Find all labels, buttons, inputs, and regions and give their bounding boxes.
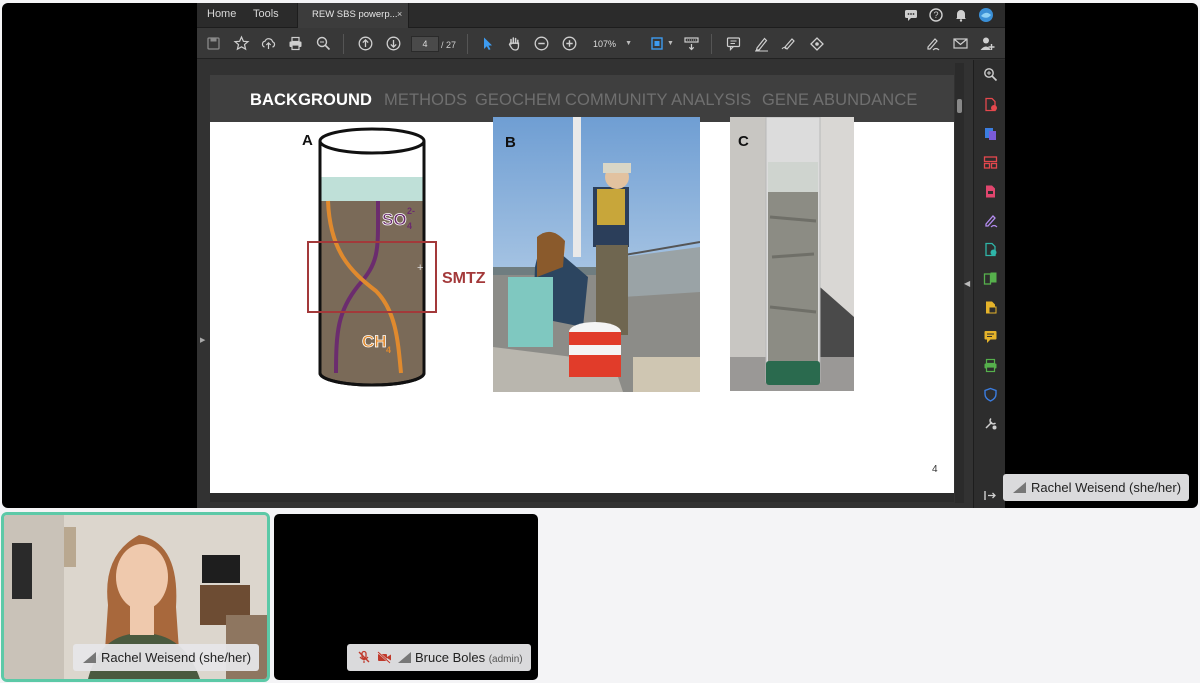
shared-screen: Home Tools REW SBS powerp... × ? 4 / 27 <box>2 3 1198 508</box>
chevron-down-icon[interactable]: ▼ <box>667 40 674 47</box>
search-icon[interactable] <box>315 35 332 52</box>
participant-name: Rachel Weisend (she/her) <box>101 650 252 665</box>
fill-sign-icon[interactable] <box>983 213 998 228</box>
tools-side-panel <box>973 60 1005 508</box>
methane-label: CH <box>362 332 387 351</box>
sulfate-charge: 2- <box>407 206 415 216</box>
right-panel-collapse-icon[interactable]: ◀ <box>964 279 970 288</box>
vertical-scrollbar[interactable] <box>955 63 964 503</box>
sulfate-subscript: 4 <box>407 221 412 231</box>
chevron-down-icon: ▼ <box>625 40 632 47</box>
comment-icon[interactable] <box>983 329 998 344</box>
create-pdf-icon[interactable] <box>983 97 998 112</box>
methane-subscript: 4 <box>386 345 391 355</box>
document-tab[interactable]: REW SBS powerp... × <box>297 3 409 28</box>
scroll-mode-icon[interactable] <box>683 35 700 52</box>
toolbar-divider <box>343 34 344 54</box>
add-comment-icon[interactable] <box>725 35 742 52</box>
sediment-core-diagram: SO 2- 4 CH 4 SMTZ + <box>307 127 486 387</box>
next-page-icon[interactable] <box>385 35 402 52</box>
compress-pdf-icon[interactable] <box>983 184 998 199</box>
presenter-name-badge: Rachel Weisend (she/her) <box>1003 474 1190 501</box>
camera-off-icon <box>377 651 391 664</box>
save-icon[interactable] <box>205 35 222 52</box>
scan-ocr-icon[interactable] <box>983 242 998 257</box>
participant-video-tile[interactable]: Bruce Boles (admin) <box>274 514 538 680</box>
zoom-out-icon[interactable] <box>533 35 550 52</box>
panel-expand-icon[interactable] <box>983 488 998 503</box>
help-icon[interactable]: ? <box>928 7 944 23</box>
bell-icon[interactable] <box>953 7 969 23</box>
email-icon[interactable] <box>952 35 969 52</box>
slide-page-number: 4 <box>932 464 938 475</box>
field-sampling-photo <box>493 117 700 392</box>
page-number-input[interactable]: 4 <box>411 36 439 52</box>
panel-label-b: B <box>505 134 516 151</box>
slide-page: BACKGROUND METHODS GEOCHEM COMMUNITY ANA… <box>210 75 954 493</box>
acrobat-window: Home Tools REW SBS powerp... × ? 4 / 27 <box>197 3 1005 508</box>
upload-cloud-icon[interactable] <box>260 35 277 52</box>
slide-nav-gene-abundance: GENE ABUNDANCE <box>762 91 918 109</box>
slide-header: BACKGROUND METHODS GEOCHEM COMMUNITY ANA… <box>210 75 954 122</box>
select-cursor-icon[interactable] <box>479 35 496 52</box>
signal-strength-icon <box>1013 482 1026 493</box>
participant-name-badge: Bruce Boles (admin) <box>347 644 531 671</box>
menu-tools[interactable]: Tools <box>253 8 279 20</box>
hand-tool-icon[interactable] <box>506 35 523 52</box>
participant-video-tile[interactable]: Rachel Weisend (she/her) <box>1 512 270 682</box>
draw-freehand-icon[interactable] <box>780 35 797 52</box>
star-icon[interactable] <box>233 35 250 52</box>
zoom-level-value: 107% <box>593 39 617 49</box>
combine-files-icon[interactable] <box>983 271 998 286</box>
toolbar-divider <box>711 34 712 54</box>
horizontal-scrollbar[interactable] <box>210 493 954 502</box>
signal-strength-icon <box>398 652 411 663</box>
comment-icon[interactable] <box>903 7 919 23</box>
slide-nav-community-analysis: COMMUNITY ANALYSIS <box>565 91 752 109</box>
svg-text:?: ? <box>933 10 938 20</box>
print-icon[interactable] <box>287 35 304 52</box>
previous-page-icon[interactable] <box>357 35 374 52</box>
print-production-icon[interactable] <box>983 358 998 373</box>
sulfate-label: SO <box>382 210 407 229</box>
slide-nav-methods: METHODS <box>384 91 468 109</box>
zoom-in-icon[interactable] <box>561 35 578 52</box>
highlight-pen-icon[interactable] <box>753 35 770 52</box>
page-total: / 27 <box>441 40 457 50</box>
vertical-scroll-thumb[interactable] <box>957 99 962 113</box>
search-icon[interactable] <box>983 67 998 82</box>
send-for-review-icon[interactable] <box>983 300 998 315</box>
export-pdf-icon[interactable] <box>983 126 998 141</box>
organize-pages-icon[interactable] <box>983 155 998 170</box>
account-avatar-icon[interactable] <box>978 7 994 23</box>
fill-sign-icon[interactable] <box>924 35 941 52</box>
signal-strength-icon <box>83 652 96 663</box>
panel-label-c: C <box>738 133 749 150</box>
mouse-cursor-icon: + <box>417 262 423 274</box>
smtz-label: SMTZ <box>442 270 486 287</box>
participant-name: Bruce Boles <box>415 650 486 665</box>
protect-shield-icon[interactable] <box>983 387 998 402</box>
zoom-level-dropdown[interactable]: 107% ▼ <box>587 36 635 52</box>
menu-home[interactable]: Home <box>207 8 236 20</box>
more-tools-icon[interactable] <box>983 416 998 431</box>
page-fit-icon[interactable] <box>649 35 666 52</box>
document-tab-title: REW SBS powerp... <box>312 9 398 20</box>
slide-nav-geochem: GEOCHEM <box>475 91 561 109</box>
microphone-muted-icon <box>358 650 370 663</box>
stamp-icon[interactable] <box>808 35 825 52</box>
sediment-core-photo <box>730 117 854 391</box>
participant-name-badge: Rachel Weisend (she/her) <box>73 644 260 671</box>
acrobat-toolbar: 4 / 27 107% ▼ ▼ <box>197 28 1005 59</box>
participant-role: (admin) <box>488 654 523 665</box>
left-panel-toggle-icon[interactable]: ▶ <box>200 336 205 344</box>
close-tab-icon[interactable]: × <box>397 9 402 19</box>
toolbar-divider <box>467 34 468 54</box>
presenter-name: Rachel Weisend (she/her) <box>1031 480 1182 495</box>
slide-nav-background: BACKGROUND <box>250 91 372 109</box>
share-user-icon[interactable] <box>979 35 996 52</box>
acrobat-menubar: Home Tools REW SBS powerp... × ? <box>197 3 1005 28</box>
